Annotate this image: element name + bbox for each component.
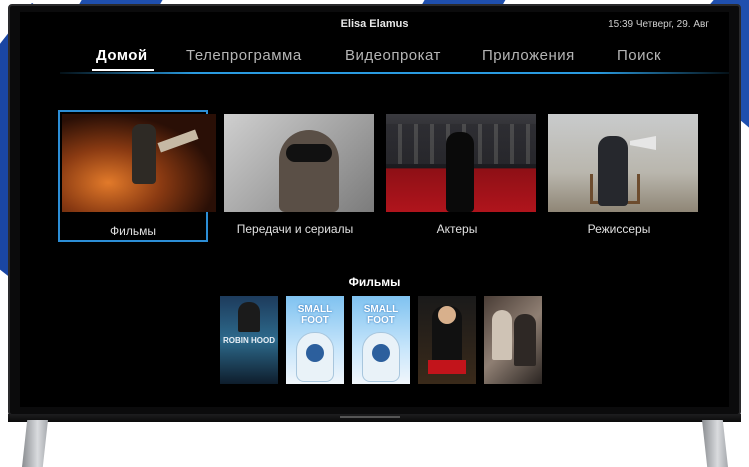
- tv-stand-right: [702, 420, 728, 467]
- tv-logo: [340, 416, 400, 418]
- category-label: Передачи и сериалы: [236, 222, 354, 236]
- movie-poster[interactable]: SMALL FOOT: [286, 296, 344, 384]
- category-actors[interactable]: Актеры: [382, 110, 536, 242]
- nav-item-apps[interactable]: Приложения: [482, 47, 575, 64]
- movie-poster[interactable]: [418, 296, 476, 384]
- nav-item-tv-guide[interactable]: Телепрограмма: [186, 47, 302, 64]
- movie-poster[interactable]: ROBIN HOOD: [220, 296, 278, 384]
- nav-item-home[interactable]: Домой: [96, 47, 148, 64]
- category-directors-image: [548, 114, 698, 212]
- category-label: Режиссеры: [587, 222, 651, 236]
- movie-poster[interactable]: SMALL FOOT: [352, 296, 410, 384]
- section-title: Фильмы: [348, 275, 401, 289]
- poster-title: SMALL FOOT: [297, 304, 333, 326]
- category-directors[interactable]: Режиссеры: [544, 110, 698, 242]
- poster-title: SMALL FOOT: [363, 304, 399, 326]
- movie-poster[interactable]: [484, 296, 542, 384]
- tv-screen: Elisa Elamus 15:39 Четверг, 29. Авг Домо…: [20, 12, 729, 407]
- clock: 15:39 Четверг, 29. Авг: [608, 19, 709, 30]
- category-actors-image: [386, 114, 536, 212]
- category-shows-image: [224, 114, 374, 212]
- nav-divider: [60, 72, 729, 74]
- status-bar: Elisa Elamus 15:39 Четверг, 29. Авг: [20, 12, 729, 36]
- nav-item-search[interactable]: Поиск: [617, 47, 661, 64]
- main-nav: Домой Телепрограмма Видеопрокат Приложен…: [20, 42, 729, 72]
- category-label: Актеры: [436, 222, 478, 236]
- nav-item-video-rental[interactable]: Видеопрокат: [345, 47, 441, 64]
- nav-active-indicator: [92, 69, 154, 71]
- category-films-image: [62, 114, 216, 212]
- category-label: Фильмы: [110, 224, 156, 238]
- tv-stand-left: [22, 420, 48, 467]
- poster-title: ROBIN HOOD: [223, 336, 275, 345]
- category-shows-series[interactable]: Передачи и сериалы: [220, 110, 374, 242]
- category-films[interactable]: Фильмы: [58, 110, 216, 242]
